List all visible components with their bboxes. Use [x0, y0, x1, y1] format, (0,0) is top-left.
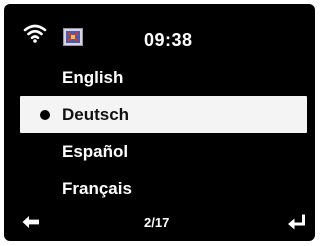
language-label: Español: [62, 142, 129, 161]
clock-time: 09:38: [144, 30, 193, 50]
language-label: Deutsch: [62, 105, 130, 124]
language-label: Français: [62, 179, 132, 198]
wifi-icon: [23, 24, 47, 43]
language-item-francais[interactable]: Français: [4, 170, 315, 207]
language-item-espanol[interactable]: Español: [4, 133, 315, 170]
page-indicator: 2/17: [144, 215, 170, 230]
device-screen: 09:38 English Deutsch Español Français 2…: [4, 4, 315, 241]
language-label: English: [62, 68, 124, 87]
selected-bullet-icon: [40, 110, 50, 120]
language-item-english[interactable]: English: [4, 59, 315, 96]
footer-bar: 2/17: [4, 209, 315, 241]
language-list: English Deutsch Español Français: [4, 59, 315, 207]
enter-icon[interactable]: [287, 213, 307, 231]
status-bar: 09:38: [4, 4, 315, 56]
language-item-deutsch[interactable]: Deutsch: [20, 96, 307, 133]
back-arrow-icon[interactable]: [22, 215, 40, 229]
station-icon: [63, 28, 83, 46]
